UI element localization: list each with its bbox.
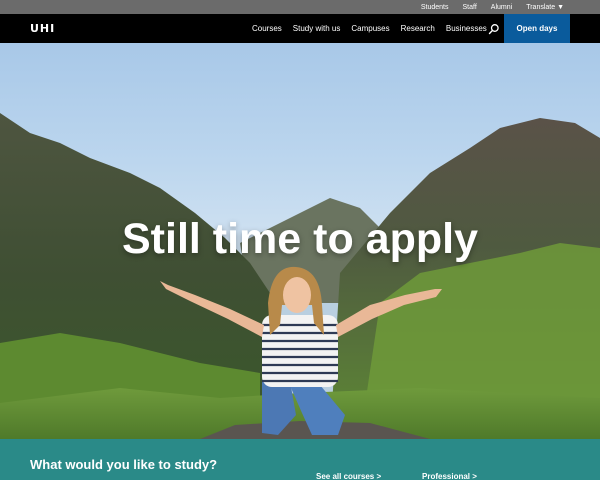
professional-link[interactable]: Professional > [422, 472, 477, 480]
see-all-courses-link[interactable]: See all courses > [316, 472, 381, 480]
utility-bar: Students Staff Alumni Translate ▼ [0, 0, 600, 14]
nav-link-courses[interactable]: Courses [252, 24, 282, 33]
study-heading: What would you like to study? [30, 457, 218, 472]
hero-banner: Still time to apply [0, 43, 600, 439]
study-section: What would you like to study? See all co… [0, 439, 600, 480]
nav-links: Courses Study with us Campuses Research … [252, 14, 487, 43]
utility-link-alumni[interactable]: Alumni [491, 4, 512, 11]
nav-link-businesses[interactable]: Businesses [446, 24, 487, 33]
utility-link-students[interactable]: Students [421, 4, 449, 11]
hero-title: Still time to apply [122, 215, 478, 263]
search-icon[interactable] [488, 22, 500, 35]
translate-dropdown[interactable]: Translate ▼ [526, 4, 564, 11]
open-days-button[interactable]: Open days [504, 14, 570, 43]
nav-link-campuses[interactable]: Campuses [351, 24, 389, 33]
logo-text: UHI [30, 22, 56, 35]
uhi-logo[interactable]: UHI [30, 22, 56, 35]
utility-link-staff[interactable]: Staff [463, 4, 477, 11]
nav-link-study-with-us[interactable]: Study with us [293, 24, 341, 33]
nav-link-research[interactable]: Research [401, 24, 435, 33]
